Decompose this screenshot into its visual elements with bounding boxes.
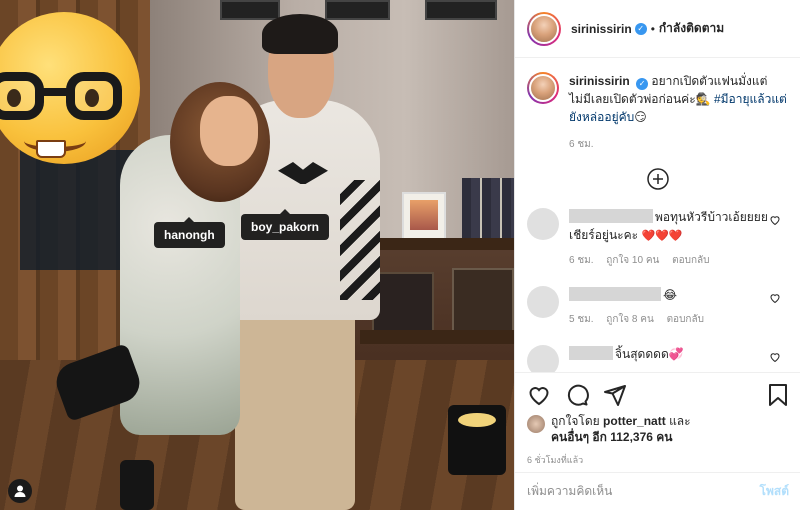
post-timestamp[interactable]: 6 ชั่วโมงที่แล้ว — [527, 453, 789, 467]
separator-dot: • — [650, 21, 655, 36]
wall-frame — [220, 0, 280, 20]
comment-text: จิ้นสุดดดด — [615, 347, 669, 361]
shelf — [360, 238, 514, 250]
plus-circle-icon[interactable] — [647, 168, 669, 190]
commenter-avatar[interactable] — [527, 286, 559, 318]
post-caption: sirinissirin ✓ อยากเปิดตัวแฟนมั่งแต่ไม่ม… — [515, 58, 800, 154]
user-tag-icon[interactable] — [8, 479, 32, 503]
shelf-books — [462, 178, 514, 238]
blurred-username — [569, 209, 653, 223]
photo-tag-hanongh[interactable]: hanongh — [154, 217, 225, 248]
liked-by-others[interactable]: คนอื่นๆ อีก 112,376 คน — [551, 430, 673, 444]
caption-emoji: 😏 — [634, 110, 647, 124]
following-button[interactable]: กำลังติดตาม — [659, 19, 724, 38]
post-comment-button[interactable]: โพสต์ — [760, 482, 789, 501]
shelf-trunk — [372, 272, 434, 334]
man-pants — [235, 300, 355, 510]
comment-item: 😂 5 ชม. ถูกใจ 8 คน ตอบกลับ — [515, 286, 800, 327]
photo-tag-boy-pakorn[interactable]: boy_pakorn — [241, 209, 330, 240]
woman-face — [200, 96, 258, 166]
comment-emoji: 💞 — [668, 347, 684, 361]
liked-by-user[interactable]: potter_natt — [603, 414, 666, 428]
comment-item: พอทุนหัวรีบ้าวเอ้ยยยย เชียร์อยู่นะคะ ❤️❤… — [515, 208, 800, 268]
post-actions: ถูกใจโดย potter_natt และ คนอื่นๆ อีก 112… — [515, 372, 800, 467]
liked-by-and: และ — [669, 414, 691, 428]
reply-button[interactable]: ตอบกลับ — [672, 255, 709, 266]
liker-avatar[interactable] — [527, 415, 545, 433]
author-avatar[interactable] — [527, 11, 561, 46]
bookmark-icon[interactable] — [767, 383, 789, 407]
author-username[interactable]: sirinissirin — [571, 22, 632, 36]
comment-heart-icon[interactable] — [769, 351, 781, 363]
comment-time: 6 ชม. — [569, 255, 594, 266]
shelf — [360, 330, 514, 344]
comment-hearts: ❤️❤️❤️ — [641, 230, 683, 242]
comment-likes[interactable]: ถูกใจ 8 คน — [606, 314, 654, 325]
post-header: sirinissirin ✓ • กำลังติดตาม — [515, 0, 800, 58]
comment-heart-icon[interactable] — [769, 214, 781, 226]
shelf-picture — [402, 192, 446, 240]
comment-item: จิ้นสุดดดด💞 — [515, 345, 800, 372]
comment-time: 5 ชม. — [569, 314, 594, 325]
likes-summary: ถูกใจโดย potter_natt และ คนอื่นๆ อีก 112… — [527, 413, 789, 445]
liked-by-prefix: ถูกใจโดย — [551, 414, 600, 428]
share-icon[interactable] — [603, 383, 627, 407]
verified-icon: ✓ — [636, 78, 649, 90]
man-hair — [262, 14, 338, 54]
commenter-avatar[interactable] — [527, 345, 559, 372]
comment-emoji: 😂 — [663, 288, 678, 302]
add-comment-bar: เพิ่มความคิดเห็น โพสต์ — [515, 472, 800, 510]
wall-frame — [425, 0, 497, 20]
caption-username[interactable]: sirinissirin — [569, 74, 630, 88]
wall-frame — [325, 0, 390, 20]
glasses-icon — [0, 72, 128, 122]
heart-icon[interactable] — [527, 383, 551, 407]
reply-button[interactable]: ตอบกลับ — [667, 314, 704, 325]
woman-boot — [120, 460, 154, 510]
commenter-avatar[interactable] — [527, 208, 559, 240]
blurred-username — [569, 287, 661, 301]
instagram-post-view: hanongh boy_pakorn sirinissirin ✓ • กำลั… — [0, 0, 800, 510]
stage-lamp — [448, 405, 506, 475]
comments-scroll-area[interactable]: sirinissirin ✓ อยากเปิดตัวแฟนมั่งแต่ไม่ม… — [515, 58, 800, 372]
shelf-trunk — [452, 268, 514, 334]
add-comment-input[interactable]: เพิ่มความคิดเห็น — [527, 482, 612, 501]
author-avatar[interactable] — [527, 72, 559, 104]
blurred-username — [569, 346, 613, 360]
comment-heart-icon[interactable] — [769, 292, 781, 304]
verified-icon: ✓ — [634, 22, 647, 35]
comment-icon[interactable] — [565, 383, 589, 407]
hoodie-stripes — [340, 180, 380, 300]
comment-likes[interactable]: ถูกใจ 10 คน — [606, 255, 659, 266]
emoji-teeth — [36, 140, 66, 158]
post-photo[interactable]: hanongh boy_pakorn — [0, 0, 514, 510]
post-sidebar: sirinissirin ✓ • กำลังติดตาม sirinissiri… — [514, 0, 800, 510]
caption-time: 6 ชม. — [569, 139, 594, 150]
